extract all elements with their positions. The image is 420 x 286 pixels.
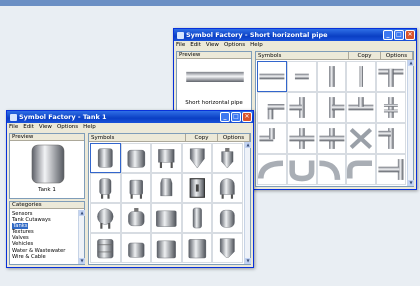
- minimize-button[interactable]: _: [220, 112, 230, 122]
- short-horizontal-pipe-icon[interactable]: [286, 61, 317, 92]
- maximize-button[interactable]: □: [394, 30, 404, 40]
- framed-tank-icon[interactable]: [181, 173, 213, 203]
- cross-pipe-icon[interactable]: [316, 123, 347, 154]
- window-title: Symbol Factory - Short horizontal pipe: [186, 31, 328, 39]
- menu-view[interactable]: View: [39, 123, 52, 131]
- preview-caption: Short horizontal pipe: [185, 100, 243, 106]
- cross-x-pipe-icon[interactable]: [346, 123, 377, 154]
- symbol-grid: [90, 143, 243, 263]
- branch-pipe-icon[interactable]: [376, 123, 406, 154]
- tee-junction-pipe-icon[interactable]: [286, 123, 317, 154]
- sphere-tank-icon[interactable]: [90, 203, 121, 233]
- categories-header: Categories: [10, 202, 84, 209]
- preview-panel: Preview Short horizontal pipe: [176, 51, 252, 111]
- bottle-tank-icon[interactable]: [151, 173, 182, 203]
- mixer-tank-icon[interactable]: [120, 203, 152, 233]
- flat-tank-icon[interactable]: [151, 233, 182, 263]
- maximize-button[interactable]: □: [231, 112, 241, 122]
- categories-scrollbar[interactable]: ▲ ▼: [78, 210, 85, 264]
- hopper-tank-icon[interactable]: [212, 233, 243, 263]
- valve-pipe-icon[interactable]: [376, 92, 406, 123]
- pipe-window-titlebar[interactable]: Symbol Factory - Short horizontal pipe _…: [174, 29, 416, 41]
- categories-panel: Categories Sensors Tank Cutaways Tanks T…: [9, 201, 85, 265]
- category-item-wire-cable[interactable]: Wire & Cable: [12, 254, 77, 260]
- app-icon: [177, 31, 184, 39]
- menu-file[interactable]: File: [9, 123, 18, 131]
- vertical-pipe-thin-icon[interactable]: [346, 61, 377, 92]
- close-button[interactable]: ✕: [242, 112, 252, 122]
- preview-caption: Tank 1: [38, 187, 56, 193]
- tank-2-icon[interactable]: [120, 143, 152, 173]
- tee-right-pipe-icon[interactable]: [316, 92, 347, 123]
- app-icon: [10, 113, 17, 121]
- dome-tank-icon[interactable]: [212, 173, 243, 203]
- preview-header: Preview: [10, 134, 84, 141]
- symbols-scrollbar[interactable]: ▲ ▼: [407, 60, 414, 186]
- options-button[interactable]: Options: [381, 52, 413, 59]
- menu-bar: File Edit View Options Help: [7, 123, 253, 131]
- tank-3-icon[interactable]: [151, 143, 182, 173]
- symbols-panel: Symbols Copy Options ▲ ▼: [88, 133, 251, 265]
- menu-options[interactable]: Options: [224, 41, 245, 49]
- menu-file[interactable]: File: [176, 41, 185, 49]
- round-tank-icon[interactable]: [212, 203, 243, 233]
- window-title: Symbol Factory - Tank 1: [19, 113, 107, 121]
- symbols-header: Symbols: [89, 134, 186, 141]
- close-button[interactable]: ✕: [405, 30, 415, 40]
- silo-icon[interactable]: [212, 143, 243, 173]
- menu-help[interactable]: Help: [250, 41, 263, 49]
- menu-options[interactable]: Options: [57, 123, 78, 131]
- u-bend-pipe-icon[interactable]: [286, 154, 317, 185]
- categories-list: Sensors Tank Cutaways Tanks Textures Val…: [10, 210, 77, 264]
- tank-legs-icon[interactable]: [120, 173, 152, 203]
- elbow-left-pipe-icon[interactable]: [257, 123, 287, 154]
- menu-bar: File Edit View Options Help: [174, 41, 416, 49]
- box-tank-icon[interactable]: [151, 203, 182, 233]
- short-tank-icon[interactable]: [120, 233, 152, 263]
- drum-tank-icon[interactable]: [90, 233, 121, 263]
- tank-1-icon[interactable]: [90, 143, 121, 173]
- symbols-panel: Symbols Copy Options ▲ ▼: [255, 51, 414, 187]
- tank-symbol-window: Symbol Factory - Tank 1 _ □ ✕ File Edit …: [6, 110, 254, 268]
- large-tank-icon[interactable]: [181, 233, 213, 263]
- cylinder-tank-icon[interactable]: [181, 203, 213, 233]
- preview-tank-image: [31, 144, 65, 184]
- menu-edit[interactable]: Edit: [23, 123, 34, 131]
- bend-pipe-icon[interactable]: [257, 154, 287, 185]
- cone-tank-icon[interactable]: [181, 143, 213, 173]
- preview-pipe-image: [186, 71, 244, 82]
- straight-horizontal-pipe-icon[interactable]: [257, 61, 287, 92]
- desktop-top-strip: [0, 0, 420, 6]
- minimize-button[interactable]: _: [383, 30, 393, 40]
- vertical-pipe-icon[interactable]: [316, 61, 347, 92]
- copy-button[interactable]: Copy: [349, 52, 381, 59]
- menu-view[interactable]: View: [206, 41, 219, 49]
- elbow-up-pipe-icon[interactable]: [346, 154, 377, 185]
- symbol-grid: [257, 61, 406, 185]
- symbols-scrollbar[interactable]: ▲ ▼: [244, 142, 251, 264]
- preview-header: Preview: [177, 52, 251, 59]
- menu-edit[interactable]: Edit: [190, 41, 201, 49]
- vessel-icon[interactable]: [90, 173, 121, 203]
- copy-button[interactable]: Copy: [186, 134, 218, 141]
- elbow-down-right-pipe-icon[interactable]: [257, 92, 287, 123]
- corner-pipe-icon[interactable]: [376, 154, 406, 185]
- tee-left-pipe-icon[interactable]: [286, 92, 317, 123]
- curve-pipe-icon[interactable]: [316, 154, 347, 185]
- tee-down-pipe-icon[interactable]: [376, 61, 406, 92]
- symbols-header: Symbols: [256, 52, 349, 59]
- tank-window-titlebar[interactable]: Symbol Factory - Tank 1 _ □ ✕: [7, 111, 253, 123]
- tee-up-pipe-icon[interactable]: [346, 92, 377, 123]
- options-button[interactable]: Options: [218, 134, 250, 141]
- menu-help[interactable]: Help: [83, 123, 96, 131]
- preview-panel: Preview Tank 1: [9, 133, 85, 199]
